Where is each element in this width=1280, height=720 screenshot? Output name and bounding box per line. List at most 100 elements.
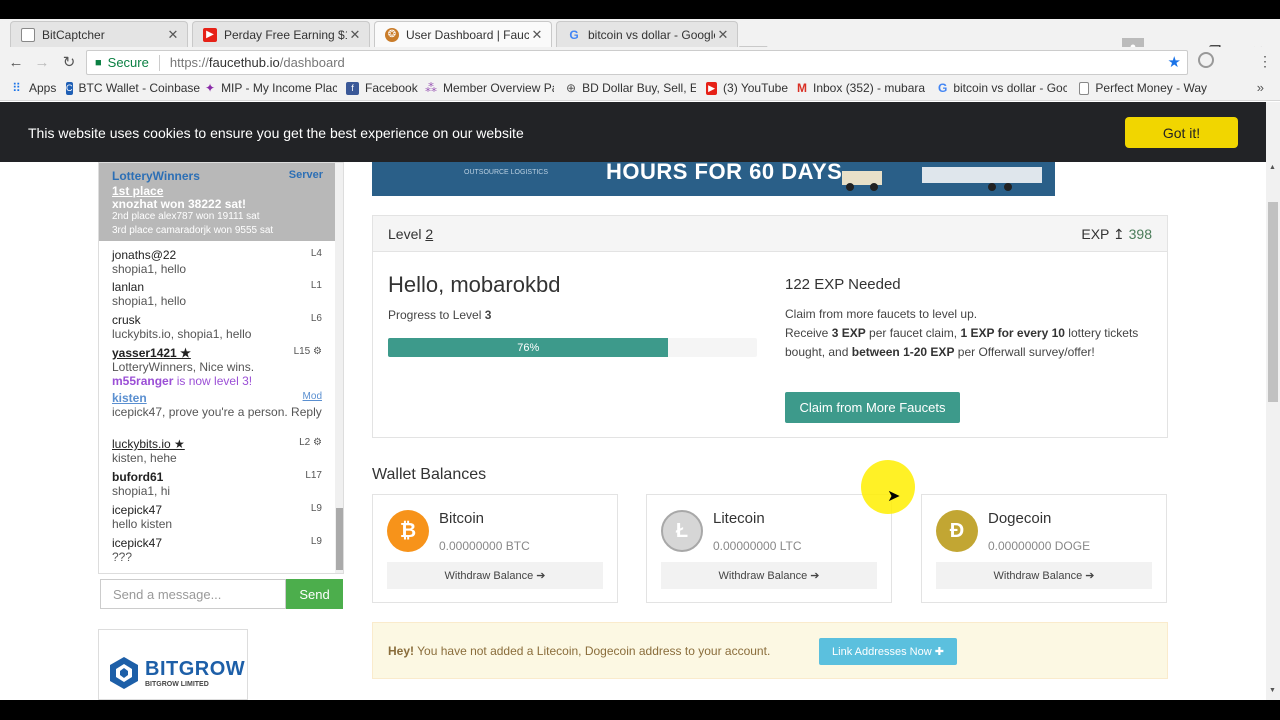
notice-message: You have not added a Litecoin, Dogecoin …	[414, 644, 771, 658]
chat-scroll-thumb[interactable]	[336, 508, 343, 570]
bitcoin-icon: ₿	[387, 510, 429, 552]
url-scheme: https://	[169, 55, 209, 70]
chat-send-button[interactable]: Send	[286, 579, 343, 609]
bookmark-gmail[interactable]: M Inbox (352) - mubaral	[797, 81, 925, 95]
page-scroll-thumb[interactable]	[1268, 202, 1278, 402]
bookmark-facebook[interactable]: f Facebook	[346, 81, 418, 95]
claim-text: per faucet claim,	[865, 326, 961, 340]
secure-label: Secure	[107, 55, 149, 70]
chat-level: L2 ⚙	[299, 437, 322, 448]
bookmark-google[interactable]: G bitcoin vs dollar - Goc	[938, 81, 1067, 95]
level-panel: Level 2 EXP ↥ 398 Hello, mobarokbd Progr…	[372, 215, 1168, 438]
chat-message: crusk L6 luckybits.io, shopia1, hello	[112, 313, 324, 341]
cookie-accept-button[interactable]: Got it!	[1125, 117, 1238, 148]
chat-scrollbar[interactable]	[335, 163, 343, 573]
banner-text: HOURS FOR 60 DAYS	[606, 159, 843, 184]
sponsor-bitgrow[interactable]: BITGROW BITGROW LIMITED	[98, 629, 248, 700]
google-icon: G	[569, 27, 579, 42]
bookmark-label: Apps	[29, 81, 57, 95]
exp-value: 398	[1128, 226, 1152, 242]
chat-text: shopia1, hello	[112, 262, 187, 276]
close-icon[interactable]: ✕	[347, 27, 363, 43]
chat-text: hello kisten	[112, 517, 173, 531]
truck-icon	[842, 167, 1042, 191]
level-up-user[interactable]: m55ranger	[112, 374, 173, 388]
withdraw-button[interactable]: Withdraw Balance ➔	[936, 562, 1152, 589]
close-icon[interactable]: ✕	[715, 27, 731, 43]
bookmark-label: Facebook	[365, 81, 418, 95]
chat-username[interactable]: jonaths@22	[112, 248, 324, 262]
chat-message: icepick47 L9 hello kisten	[112, 503, 324, 531]
winners-title[interactable]: LotteryWinners	[112, 169, 200, 183]
address-notice: Hey! You have not added a Litecoin, Doge…	[372, 622, 1168, 679]
claim-more-faucets-button[interactable]: Claim from More Faucets	[785, 392, 960, 423]
chat-level: L17	[305, 470, 322, 481]
chat-text: shopia1, hi	[112, 484, 171, 498]
divider	[158, 54, 160, 71]
level-up-notice: m55ranger is now level 3!	[112, 374, 324, 388]
close-icon[interactable]: ✕	[165, 27, 181, 43]
chat-username[interactable]: buford61	[112, 470, 324, 484]
address-bar[interactable]: ■ Secure https://faucethub.io/dashboard …	[86, 50, 1188, 75]
scroll-up-icon[interactable]: ▲	[1269, 164, 1276, 171]
tab-dashboard[interactable]: ❂ User Dashboard | Faucet ✕	[374, 21, 552, 47]
bookmark-star-icon[interactable]: ★	[1168, 53, 1181, 71]
exp-up-icon: ↥	[1113, 226, 1125, 242]
bookmark-member[interactable]: ⁂ Member Overview Pa	[425, 81, 554, 95]
bookmark-coinbase[interactable]: C BTC Wallet - Coinbase	[66, 81, 200, 95]
tab-google[interactable]: G bitcoin vs dollar - Google ✕	[556, 21, 738, 47]
chat-username[interactable]: crusk	[112, 313, 324, 327]
first-place-label: 1st place	[112, 184, 164, 198]
close-icon[interactable]: ✕	[529, 27, 545, 43]
bookmark-bd-dollar[interactable]: ⊕ BD Dollar Buy, Sell, Ex	[566, 81, 696, 95]
chat-username[interactable]: icepick47	[112, 503, 324, 517]
bookmark-youtube[interactable]: ▶ (3) YouTube	[706, 81, 788, 95]
bookmark-label: BD Dollar Buy, Sell, Ex	[582, 81, 696, 95]
dogecoin-icon: Ð	[936, 510, 978, 552]
chat-message-input[interactable]: Send a message...	[100, 579, 286, 609]
bookmark-perfect-money[interactable]: Perfect Money - Way	[1079, 81, 1207, 95]
link-addresses-button[interactable]: Link Addresses Now ✚	[819, 638, 957, 665]
bookmark-mip[interactable]: ✦ MIP - My Income Plac	[205, 81, 337, 95]
second-place-winner: 2nd place alex787 won 19111 sat	[112, 211, 260, 222]
chat-text: ???	[112, 550, 133, 564]
bookmark-label: Inbox (352) - mubaral	[813, 81, 925, 95]
withdraw-button[interactable]: Withdraw Balance ➔	[387, 562, 603, 589]
chat-username[interactable]: icepick47	[112, 536, 324, 550]
chat-username[interactable]: yasser1421 ★	[112, 346, 324, 360]
chat-username[interactable]: lanlan	[112, 280, 324, 294]
wallet-balances-title: Wallet Balances	[372, 466, 487, 483]
extension-icon[interactable]	[1198, 52, 1214, 68]
back-icon[interactable]: ←	[6, 52, 26, 72]
chat-username[interactable]: kisten	[112, 391, 324, 405]
bookmark-apps[interactable]: ⠿ Apps	[10, 81, 60, 95]
progress-fill: 76%	[388, 338, 669, 357]
wallet-bitcoin: ₿ Bitcoin 0.00000000 BTC Withdraw Balanc…	[372, 494, 618, 603]
cookie-text: This website uses cookies to ensure you …	[28, 125, 524, 141]
menu-icon[interactable]: ⋮	[1258, 53, 1272, 70]
withdraw-button[interactable]: Withdraw Balance ➔	[661, 562, 877, 589]
chat-text: icepick47, prove you're a person. Reply	[112, 405, 322, 419]
youtube-icon: ▶	[706, 81, 718, 95]
exp-indicator: EXP ↥ 398	[1081, 226, 1152, 243]
youtube-icon: ▶	[203, 27, 217, 42]
apps-icon: ⠿	[12, 81, 21, 95]
navigation-bar: ← → ↻ ■ Secure https://faucethub.io/dash…	[0, 47, 1280, 77]
cookie-banner: This website uses cookies to ensure you …	[0, 102, 1266, 162]
tab-bitcaptcher[interactable]: BitCaptcher ✕	[10, 21, 188, 47]
chat-level: L15 ⚙	[293, 346, 322, 357]
tab-perday[interactable]: ▶ Perday Free Earning $10 ✕	[192, 21, 370, 47]
page-scrollbar[interactable]: ▲ ▼	[1266, 102, 1280, 700]
sponsor-name: BITGROW	[145, 658, 246, 680]
wallet-litecoin: Ł Litecoin 0.00000000 LTC Withdraw Balan…	[646, 494, 892, 603]
scroll-down-icon[interactable]: ▼	[1269, 687, 1276, 694]
more-bookmarks-icon[interactable]: »	[1257, 80, 1264, 95]
coinbase-icon: C	[66, 81, 73, 95]
forward-icon[interactable]: →	[32, 52, 52, 72]
reload-icon[interactable]: ↻	[59, 52, 79, 72]
mouse-cursor-icon: ➤	[887, 488, 901, 505]
chat-text: kisten, hehe	[112, 451, 177, 465]
chat-username[interactable]: luckybits.io ★	[112, 437, 324, 451]
url-host: faucethub.io	[208, 55, 280, 70]
mip-icon: ✦	[205, 81, 216, 95]
